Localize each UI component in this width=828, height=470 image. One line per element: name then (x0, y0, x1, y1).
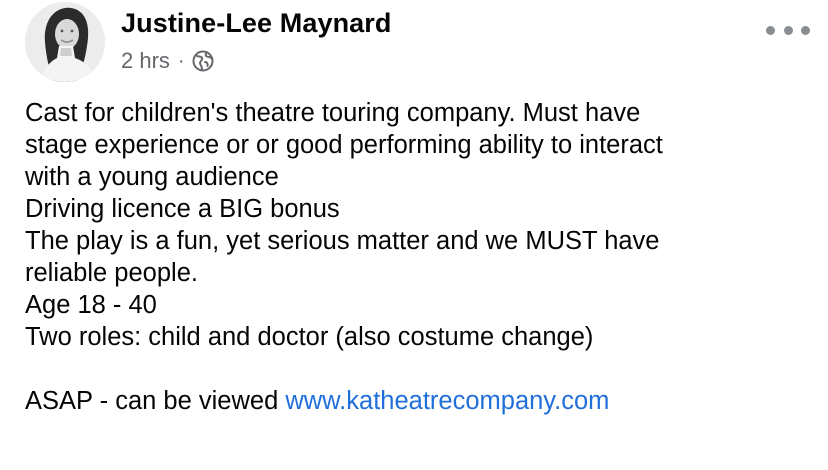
avatar[interactable] (25, 2, 105, 82)
more-dot (801, 25, 810, 35)
post-line: Age 18 - 40 (25, 291, 157, 319)
meta-separator: · (177, 49, 185, 72)
post-line: reliable people. (25, 259, 198, 287)
more-options-icon[interactable] (766, 20, 810, 40)
post-line-text: ASAP - can be viewed (25, 387, 286, 415)
post-line: stage experience or or good performing a… (25, 131, 663, 159)
facebook-post: Justine-Lee Maynard 2 hrs · Cast for chi… (0, 0, 828, 470)
author-name[interactable]: Justine-Lee Maynard (121, 8, 391, 39)
post-line: with a young audience (25, 163, 279, 191)
website-link[interactable]: www.katheatrecompany.com (285, 387, 609, 415)
post-line: Cast for children's theatre touring comp… (25, 99, 641, 127)
post-line: Two roles: child and doctor (also costum… (25, 323, 594, 351)
post-line-with-link: ASAP - can be viewed www.katheatrecompan… (25, 385, 815, 417)
globe-icon[interactable] (192, 50, 214, 72)
avatar-photo (25, 2, 105, 82)
post-body: Cast for children's theatre touring comp… (25, 97, 815, 417)
more-dot (783, 25, 793, 35)
post-line: Driving licence a BIG bonus (25, 195, 340, 223)
post-timestamp[interactable]: 2 hrs (121, 48, 170, 74)
post-line: The play is a fun, yet serious matter an… (25, 227, 660, 255)
more-dot (766, 25, 775, 35)
post-meta: 2 hrs · (121, 47, 214, 75)
